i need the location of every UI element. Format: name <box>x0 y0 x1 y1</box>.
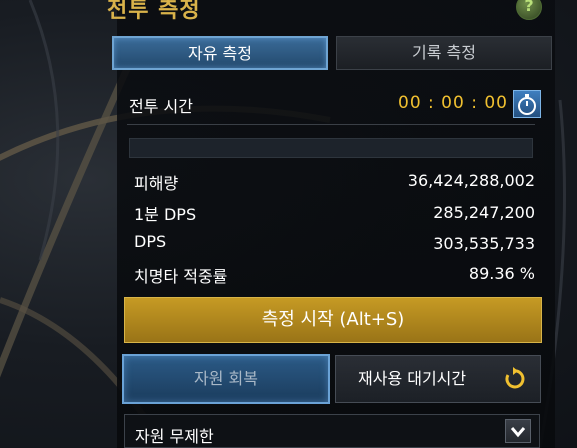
damage-progress-bar <box>129 138 533 158</box>
window-title: 전투 측정 <box>107 0 201 23</box>
refresh-icon <box>505 367 525 389</box>
stat-label-damage: 피해량 <box>134 174 179 193</box>
stopwatch-icon[interactable] <box>513 90 541 118</box>
stat-label-1min-dps: 1분 DPS <box>134 205 197 224</box>
tab-record-measure[interactable]: 기록 측정 <box>336 36 552 70</box>
chevron-down-icon[interactable] <box>505 419 531 443</box>
cooldown-reset-button[interactable]: 재사용 대기시간 <box>335 355 541 403</box>
stat-label-dps: DPS <box>134 232 167 251</box>
resource-mode-dropdown[interactable]: 자원 무제한 <box>124 414 540 448</box>
dropdown-selected-value: 자원 무제한 <box>135 427 214 446</box>
combat-time-label: 전투 시간 <box>129 97 193 116</box>
stat-value-damage: 36,424,288,002 <box>407 171 535 190</box>
start-measure-button[interactable]: 측정 시작 (Alt+S) <box>124 297 542 343</box>
cooldown-reset-label: 재사용 대기시간 <box>358 369 467 388</box>
combat-time-value: 00 : 00 : 00 <box>398 93 508 113</box>
stat-label-crit-rate: 치명타 적중률 <box>134 267 228 286</box>
stat-value-dps: 303,535,733 <box>433 234 535 253</box>
tab-free-measure[interactable]: 자유 측정 <box>112 36 328 70</box>
divider <box>127 124 535 125</box>
stat-value-1min-dps: 285,247,200 <box>433 203 535 222</box>
stat-value-crit-rate: 89.36 % <box>468 264 535 283</box>
resource-recovery-button[interactable]: 자원 회복 <box>122 354 330 404</box>
